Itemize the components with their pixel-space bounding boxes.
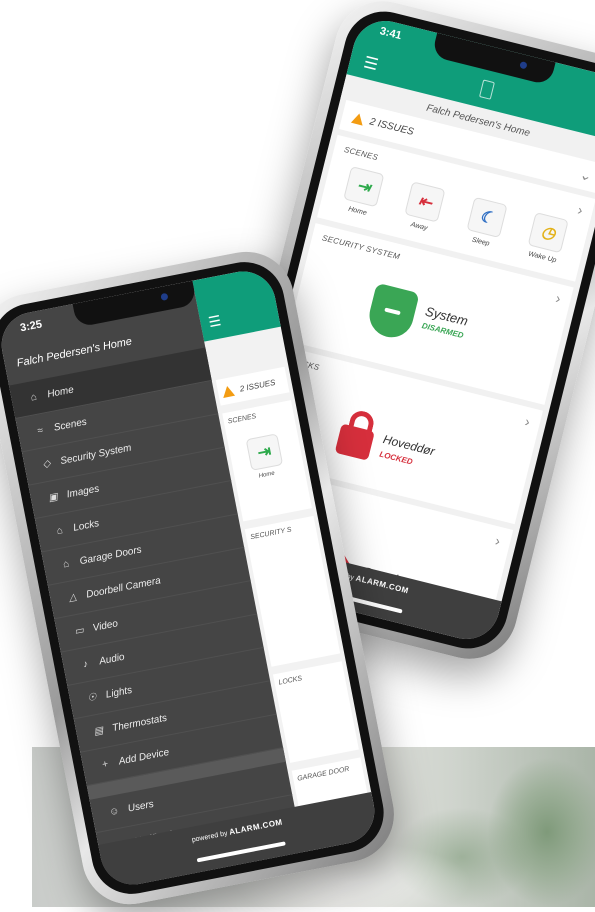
issues-label: 2 ISSUES — [368, 115, 415, 138]
powered-by-label: powered by — [191, 830, 229, 845]
drawer-item-label: Security System — [59, 442, 133, 468]
plus-icon: + — [101, 758, 110, 771]
home-icon: ⌂ — [29, 391, 38, 404]
video-icon: ▭ — [73, 624, 85, 638]
scene-label: Sleep — [471, 236, 491, 248]
doorbell-icon: △ — [67, 591, 78, 605]
drawer-item-label: Garage Doors — [78, 544, 143, 568]
chevron-down-icon[interactable]: ⌄ — [578, 165, 593, 184]
scenes-icon: ≈ — [36, 425, 44, 437]
shield-icon[interactable] — [364, 282, 420, 342]
locks-title: LOCKS — [278, 675, 303, 687]
home-indicator[interactable] — [196, 841, 286, 863]
users-icon: ☺ — [108, 805, 121, 819]
audio-icon: ♪ — [82, 658, 90, 671]
scene-label: Home — [347, 205, 368, 218]
home-scene-label: Home — [258, 470, 276, 480]
brand-label: ALARM.COM — [354, 573, 410, 596]
drawer-item-label: Lights — [104, 684, 134, 701]
scene-icon: ☾ — [466, 196, 508, 238]
menu-icon[interactable]: ☰ — [362, 52, 381, 75]
status-time: 3:41 — [378, 25, 403, 43]
menu-icon[interactable]: ☰ — [207, 312, 223, 331]
drawer-item-label: Thermostats — [111, 712, 168, 735]
scene-label: Away — [409, 221, 429, 233]
drawer-item-label: Add Device — [117, 746, 171, 768]
garage-title: GARAGE DOOR — [296, 765, 351, 783]
drawer-item-label: Images — [65, 483, 101, 501]
scene-item[interactable]: ⇥ Home — [340, 166, 385, 219]
scene-icon: ⇤ — [404, 181, 446, 223]
drawer-item-label: Users — [126, 798, 155, 815]
lock-icon: ⌂ — [55, 525, 64, 538]
garage-icon: ⌂ — [62, 558, 71, 571]
drawer-item-label: Doorbell Camera — [85, 575, 162, 601]
home-scene-icon[interactable]: ⇥ — [245, 433, 284, 471]
scene-item[interactable]: ◷ Wake Up — [525, 212, 570, 265]
scene-icon: ⇥ — [342, 166, 385, 208]
issues-card[interactable]: 2 ISSUES — [215, 366, 290, 406]
status-time: 3:25 — [19, 318, 44, 335]
scene-icon: ◷ — [527, 212, 570, 254]
scenes-title: SCENES — [227, 413, 257, 426]
warning-icon — [221, 384, 235, 398]
drawer-item-label: Locks — [72, 518, 101, 534]
drawer-item-label: Scenes — [52, 416, 88, 434]
shield-icon: ◇ — [41, 458, 52, 471]
app-header: ☰ — [192, 265, 281, 342]
thermostat-icon: ▤ — [92, 725, 105, 738]
brand-label: ALARM.COM — [228, 817, 284, 837]
drawer-item-label: Video — [91, 618, 119, 634]
bulb-icon: ☉ — [86, 691, 98, 705]
drawer-item-label: Audio — [98, 651, 126, 668]
scene-item[interactable]: ☾ Sleep — [463, 196, 508, 250]
issues-label: 2 ISSUES — [238, 377, 277, 394]
lock-icon[interactable] — [334, 423, 375, 461]
scene-label: Wake Up — [527, 250, 557, 265]
security-title: SECURITY S — [249, 526, 293, 542]
scene-item[interactable]: ⇤ Away — [402, 181, 446, 234]
locks-card: LOCKS — [272, 661, 359, 763]
image-icon: ▣ — [47, 491, 59, 505]
warning-icon — [351, 111, 366, 126]
app-logo-icon — [478, 79, 495, 100]
drawer-item-label: Home — [46, 384, 75, 401]
